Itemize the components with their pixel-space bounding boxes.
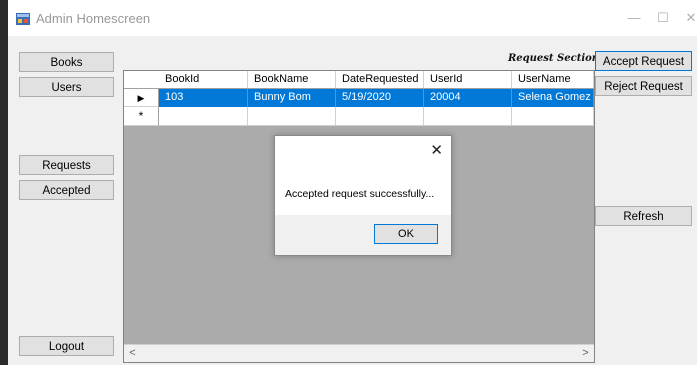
dialog-close-icon[interactable]: ✕ <box>430 141 443 159</box>
cell-daterequested[interactable]: 5/19/2020 <box>336 89 424 107</box>
cell-username[interactable]: Selena Gomez <box>512 89 594 107</box>
column-header-bookname[interactable]: BookName <box>248 71 336 88</box>
new-row-marker: * <box>124 107 159 126</box>
scroll-left-icon[interactable]: < <box>124 345 141 362</box>
maximize-button[interactable]: ☐ <box>648 8 678 28</box>
column-header-username[interactable]: UserName <box>512 71 594 88</box>
cell-userid[interactable]: 20004 <box>424 89 512 107</box>
new-cell[interactable] <box>424 107 512 126</box>
grid-header: BookId BookName DateRequested UserId Use… <box>124 71 594 89</box>
refresh-button[interactable]: Refresh <box>595 206 692 226</box>
ok-button[interactable]: OK <box>374 224 438 244</box>
new-cell[interactable] <box>159 107 248 126</box>
section-label: Request Section <box>508 53 600 64</box>
users-button[interactable]: Users <box>19 77 114 97</box>
dialog-message: Accepted request successfully... <box>285 188 435 200</box>
books-button[interactable]: Books <box>19 52 114 72</box>
app-icon <box>16 13 30 25</box>
row-selector-icon[interactable]: ▶ <box>124 89 159 107</box>
title-bar: Admin Homescreen — ☐ ✕ <box>8 0 697 36</box>
new-cell[interactable] <box>512 107 594 126</box>
new-cell[interactable] <box>248 107 336 126</box>
logout-button[interactable]: Logout <box>19 336 114 356</box>
cell-bookname[interactable]: Bunny Bom <box>248 89 336 107</box>
requests-button[interactable]: Requests <box>19 155 114 175</box>
message-dialog: ✕ Accepted request successfully... OK <box>274 135 452 256</box>
column-header-userid[interactable]: UserId <box>424 71 512 88</box>
window-title: Admin Homescreen <box>36 11 151 26</box>
accepted-button[interactable]: Accepted <box>19 180 114 200</box>
scroll-right-icon[interactable]: > <box>577 345 594 362</box>
cell-bookid[interactable]: 103 <box>159 89 248 107</box>
accept-request-button[interactable]: Accept Request <box>595 51 692 71</box>
horizontal-scrollbar[interactable]: < > <box>124 344 594 362</box>
column-header-daterequested[interactable]: DateRequested <box>336 71 424 88</box>
dialog-footer: OK <box>275 215 451 255</box>
reject-request-button[interactable]: Reject Request <box>595 76 692 96</box>
close-window-button[interactable]: ✕ <box>676 8 697 28</box>
column-header-bookid[interactable]: BookId <box>159 71 248 88</box>
minimize-button[interactable]: — <box>619 8 649 28</box>
new-cell[interactable] <box>336 107 424 126</box>
